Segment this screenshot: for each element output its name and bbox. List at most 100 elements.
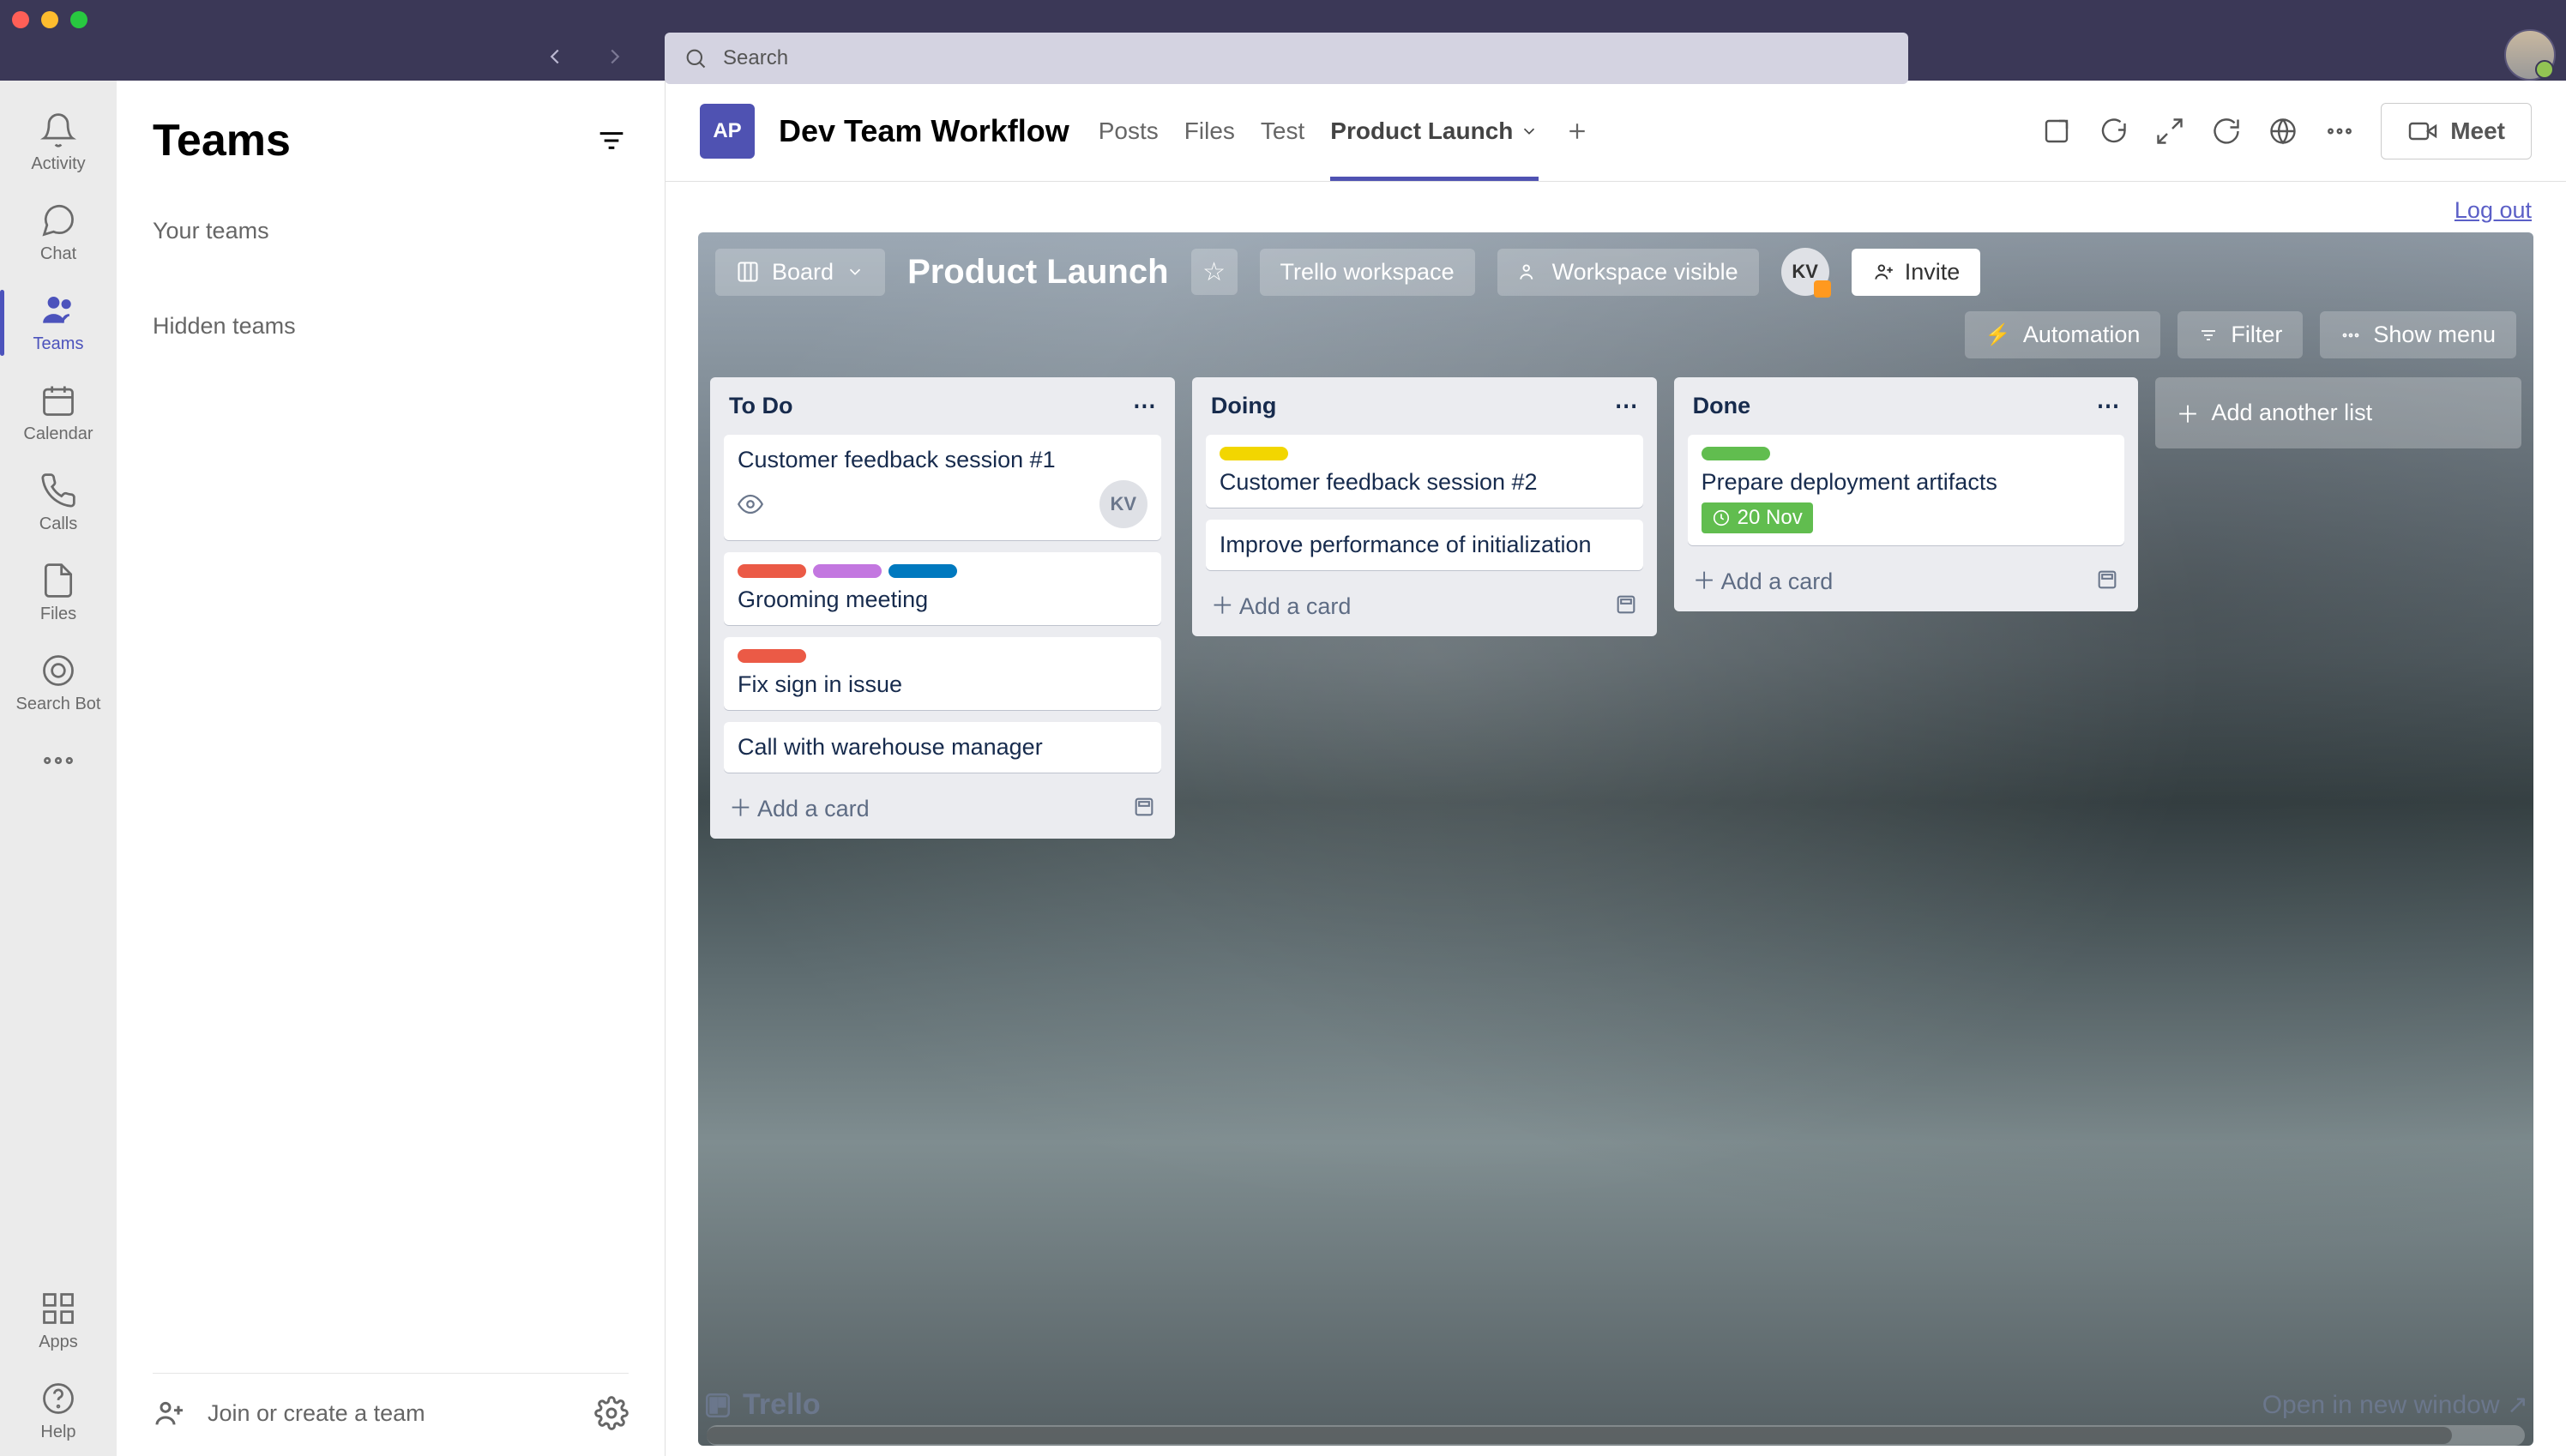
- trello-board: Board Product Launch ☆ Trello workspace …: [698, 232, 2533, 1446]
- people-add-icon: [153, 1396, 187, 1430]
- template-icon[interactable]: [2095, 568, 2119, 592]
- card-title: Fix sign in issue: [738, 671, 1147, 698]
- card[interactable]: Prepare deployment artifacts 20 Nov: [1688, 435, 2125, 545]
- rail-teams[interactable]: Teams: [0, 278, 117, 368]
- team-avatar[interactable]: AP: [700, 104, 755, 159]
- rail-help[interactable]: Help: [0, 1366, 117, 1456]
- expand-tab-icon[interactable]: [2041, 116, 2072, 147]
- user-avatar[interactable]: [2504, 29, 2556, 81]
- teams-panel: Teams Your teams Hidden teams Join or cr…: [117, 81, 666, 1456]
- search-placeholder: Search: [723, 46, 788, 70]
- more-icon: [39, 742, 77, 779]
- label-blue: [888, 564, 957, 578]
- content-area: AP Dev Team Workflow Posts Files Test Pr…: [666, 81, 2566, 1456]
- rail-files[interactable]: Files: [0, 548, 117, 638]
- rail-calls[interactable]: Calls: [0, 458, 117, 548]
- rail-item-label: Calendar: [23, 424, 93, 444]
- card-title: Improve performance of initialization: [1220, 532, 1629, 558]
- list-menu-icon[interactable]: ⋯: [2096, 393, 2119, 419]
- list-menu-icon[interactable]: ⋯: [1133, 393, 1156, 419]
- card-title: Call with warehouse manager: [738, 734, 1147, 761]
- rail-calendar[interactable]: Calendar: [0, 368, 117, 458]
- visibility-button[interactable]: Workspace visible: [1497, 249, 1759, 296]
- board-member-avatar[interactable]: KV: [1781, 248, 1829, 296]
- popout-icon[interactable]: [2154, 116, 2185, 147]
- reload-icon[interactable]: [2211, 116, 2242, 147]
- filter-button[interactable]: Filter: [2177, 311, 2303, 358]
- board-lists: To Do ⋯ Customer feedback session #1 KV …: [698, 370, 2533, 839]
- rail-chat[interactable]: Chat: [0, 188, 117, 278]
- search-input[interactable]: Search: [665, 33, 1908, 84]
- horizontal-scrollbar[interactable]: [707, 1425, 2525, 1446]
- apps-icon: [39, 1290, 77, 1327]
- card[interactable]: Grooming meeting: [724, 552, 1161, 625]
- open-new-window-link[interactable]: Open in new window ↗: [2262, 1390, 2528, 1420]
- hidden-teams-link[interactable]: Hidden teams: [153, 296, 629, 357]
- due-date-badge: 20 Nov: [1702, 502, 1813, 533]
- add-card-button[interactable]: ＋ Add a card: [724, 785, 1161, 825]
- gear-icon[interactable]: [594, 1396, 629, 1430]
- add-card-button[interactable]: ＋ Add a card: [1688, 557, 2125, 598]
- tab-files[interactable]: Files: [1184, 81, 1235, 181]
- more-icon[interactable]: [2324, 116, 2355, 147]
- invite-button[interactable]: Invite: [1852, 249, 1981, 296]
- card[interactable]: Customer feedback session #2: [1206, 435, 1643, 508]
- star-board-button[interactable]: ☆: [1191, 249, 1238, 295]
- list-header[interactable]: Done ⋯: [1688, 391, 2125, 423]
- maximize-window[interactable]: [70, 11, 87, 28]
- list-header[interactable]: Doing ⋯: [1206, 391, 1643, 423]
- logout-link[interactable]: Log out: [2455, 197, 2532, 223]
- add-list-button[interactable]: ＋Add another list: [2155, 377, 2521, 448]
- rail-activity[interactable]: Activity: [0, 98, 117, 188]
- rail-apps[interactable]: Apps: [0, 1276, 117, 1366]
- rail-more[interactable]: [0, 728, 117, 793]
- channel-actions: Meet: [2041, 103, 2532, 159]
- card[interactable]: Customer feedback session #1 KV: [724, 435, 1161, 540]
- board-view-button[interactable]: Board: [715, 249, 885, 296]
- automation-button[interactable]: ⚡Automation: [1965, 311, 2160, 358]
- help-icon: [39, 1380, 77, 1417]
- teams-icon: [39, 292, 77, 329]
- card[interactable]: Improve performance of initialization: [1206, 520, 1643, 570]
- list-header[interactable]: To Do ⋯: [724, 391, 1161, 423]
- rail-item-label: Activity: [31, 154, 85, 174]
- channel-tabs: Posts Files Test Product Launch: [1099, 81, 1591, 181]
- list-menu-icon[interactable]: ⋯: [1615, 393, 1638, 419]
- search-icon: [684, 46, 708, 70]
- close-window[interactable]: [12, 11, 29, 28]
- filter-icon[interactable]: [594, 123, 629, 158]
- template-icon[interactable]: [1132, 795, 1156, 819]
- your-teams-link[interactable]: Your teams: [153, 201, 629, 262]
- minimize-window[interactable]: [41, 11, 58, 28]
- label-green: [1702, 447, 1770, 460]
- card[interactable]: Fix sign in issue: [724, 637, 1161, 710]
- meet-button[interactable]: Meet: [2381, 103, 2532, 159]
- list-todo: To Do ⋯ Customer feedback session #1 KV …: [710, 377, 1175, 839]
- tab-product-launch[interactable]: Product Launch: [1330, 81, 1539, 181]
- nav-forward-icon[interactable]: [602, 44, 628, 76]
- tab-test[interactable]: Test: [1261, 81, 1304, 181]
- template-icon[interactable]: [1614, 593, 1638, 617]
- workspace-button[interactable]: Trello workspace: [1260, 249, 1475, 296]
- card[interactable]: Call with warehouse manager: [724, 722, 1161, 773]
- scroll-thumb[interactable]: [707, 1427, 2452, 1444]
- rail-item-label: Chat: [40, 244, 76, 264]
- conversation-icon[interactable]: [2098, 116, 2129, 147]
- show-menu-button[interactable]: Show menu: [2320, 311, 2516, 358]
- tab-posts[interactable]: Posts: [1099, 81, 1159, 181]
- card-title: Grooming meeting: [738, 587, 1147, 613]
- watch-icon: [738, 491, 763, 517]
- target-icon: [39, 652, 77, 689]
- teams-title: Teams: [153, 115, 629, 166]
- team-name: Dev Team Workflow: [779, 113, 1069, 149]
- globe-icon[interactable]: [2268, 116, 2298, 147]
- bell-icon: [39, 111, 77, 149]
- card-member-avatar[interactable]: KV: [1099, 480, 1147, 528]
- join-team-row[interactable]: Join or create a team: [153, 1373, 629, 1430]
- rail-searchbot[interactable]: Search Bot: [0, 638, 117, 728]
- board-title[interactable]: Product Launch: [907, 253, 1168, 292]
- add-tab[interactable]: [1564, 81, 1590, 181]
- nav-back-icon[interactable]: [542, 44, 568, 76]
- add-card-button[interactable]: ＋ Add a card: [1206, 582, 1643, 623]
- calendar-icon: [39, 382, 77, 419]
